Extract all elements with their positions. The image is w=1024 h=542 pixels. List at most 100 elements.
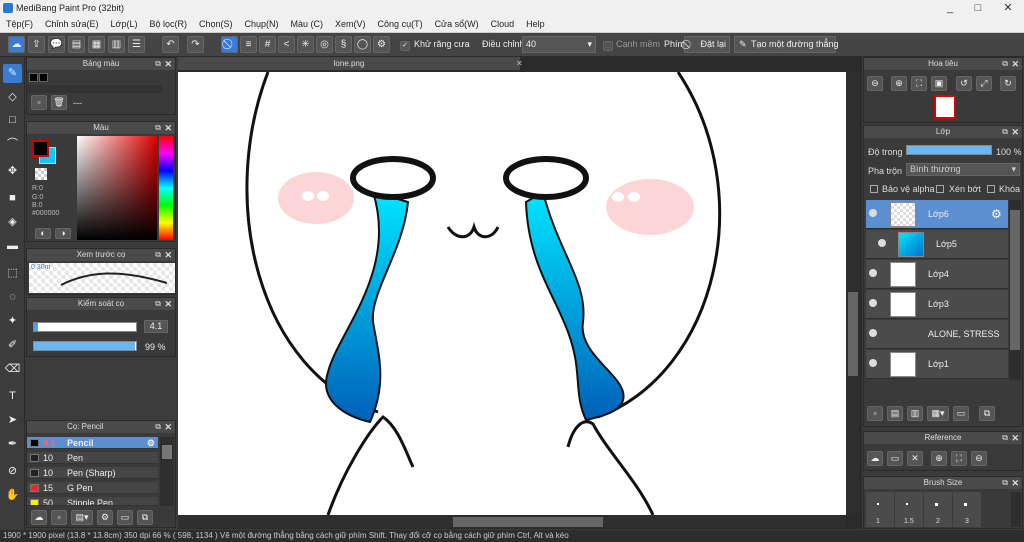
layer-list-scrollbar[interactable] xyxy=(1009,200,1021,380)
gradient-tool-icon[interactable]: ▬ xyxy=(3,237,22,256)
curve-snap-icon[interactable]: § xyxy=(335,36,352,53)
margin-checkbox[interactable] xyxy=(603,41,613,51)
rotate-left-icon[interactable]: ↺ xyxy=(956,76,972,91)
zoom-out-icon[interactable]: ⊖ xyxy=(867,76,883,91)
fit-icon[interactable]: ⛶ xyxy=(911,76,927,91)
menu-window[interactable]: Cửa sổ(W) xyxy=(429,17,485,32)
select-eraser-tool-icon[interactable]: ⌫ xyxy=(3,360,22,379)
straight-line-button[interactable]: ✎ Tạo một đường thẳng xyxy=(734,36,838,53)
lasso-tool-icon[interactable]: ◌ xyxy=(3,288,22,307)
brush-item-g-pen[interactable]: 15 G Pen xyxy=(27,482,158,494)
close-icon[interactable]: ✕ xyxy=(164,58,172,70)
layer-item-lop6[interactable]: Lớp6 ⚙ xyxy=(866,200,1008,229)
document-tab[interactable]: lone.png xyxy=(178,57,520,70)
layer-item-lop3[interactable]: Lớp3 xyxy=(866,290,1008,319)
open-reference-icon[interactable]: ▭ xyxy=(887,451,903,466)
rotate-right-icon[interactable]: ↻ xyxy=(1000,76,1016,91)
undo-icon[interactable]: ↶ xyxy=(162,36,179,53)
brush-item-pen[interactable]: 10 Pen xyxy=(27,452,158,464)
brush-tool-icon[interactable]: ✎ xyxy=(3,64,22,83)
clip-checkbox[interactable] xyxy=(936,185,944,193)
zoom-out-icon[interactable]: ⊖ xyxy=(971,451,987,466)
menu-edit[interactable]: Chỉnh sửa(E) xyxy=(39,17,105,32)
eye-icon[interactable] xyxy=(869,329,877,337)
eraser-tool-icon[interactable]: ◇ xyxy=(3,88,22,107)
hand-tool-icon[interactable]: ✋ xyxy=(3,486,22,505)
close-icon[interactable]: ✕ xyxy=(164,249,172,261)
protect-alpha-checkbox[interactable] xyxy=(870,185,878,193)
redo-icon[interactable]: ↷ xyxy=(187,36,204,53)
brush-item-pen-sharp[interactable]: 10 Pen (Sharp) xyxy=(27,467,158,479)
fit-icon[interactable]: ⛶ xyxy=(951,451,967,466)
parallel-snap-icon[interactable]: ≡ xyxy=(240,36,257,53)
duplicate-layer-icon[interactable]: ⧉ xyxy=(979,406,995,421)
move-tool-icon[interactable]: ✥ xyxy=(3,162,22,181)
eye-icon[interactable] xyxy=(869,209,877,217)
brush-item-pencil[interactable]: 4.1 Pencil ⚙ xyxy=(27,437,158,449)
list-icon[interactable]: ☰ xyxy=(128,36,145,53)
palette-swatch[interactable] xyxy=(39,73,48,82)
scrollbar-thumb[interactable] xyxy=(848,292,858,376)
brush-settings-icon[interactable]: ⚙ xyxy=(97,510,113,525)
new-layer-icon[interactable]: ▫ xyxy=(867,406,883,421)
radial-snap-icon[interactable]: ✳ xyxy=(297,36,314,53)
brush-list-scrollbar[interactable] xyxy=(160,437,174,506)
navigator-thumbnail[interactable] xyxy=(934,95,956,119)
reset-view-icon[interactable]: ⤢ xyxy=(976,76,992,91)
ellipse-snap-icon[interactable]: ◯ xyxy=(354,36,371,53)
bucket-tool-icon[interactable]: ◈ xyxy=(3,213,22,232)
menu-snap[interactable]: Chụp(N) xyxy=(239,17,285,32)
layer-item-lop5[interactable]: Lớp5 xyxy=(866,230,1008,259)
folder-icon[interactable]: ▭ xyxy=(117,510,133,525)
brush-item-stipple-pen[interactable]: 50 Stipple Pen xyxy=(27,497,158,506)
add-layer-dropdown-icon[interactable]: ▦▾ xyxy=(927,406,949,421)
cross-snap-icon[interactable]: # xyxy=(259,36,276,53)
menu-tools[interactable]: Công cụ(T) xyxy=(372,17,429,32)
blend-mode-select[interactable]: Bình thường ▾ xyxy=(906,163,1020,176)
reset-button[interactable]: ⃠Đặt lại xyxy=(684,36,730,53)
text-tool-icon[interactable]: T xyxy=(3,387,22,406)
fill-rect-tool-icon[interactable]: ■ xyxy=(3,189,22,208)
lock-checkbox[interactable] xyxy=(987,185,995,193)
divide-tool-icon[interactable]: ✒ xyxy=(3,435,22,454)
color-mode-icon[interactable]: ◐ xyxy=(35,228,51,239)
close-icon[interactable]: ✕ xyxy=(1011,432,1019,444)
brush-size-cell[interactable]: 1 xyxy=(866,492,894,527)
menu-help[interactable]: Help xyxy=(520,17,551,32)
folder-icon[interactable]: ▭ xyxy=(953,406,969,421)
cloud-reference-icon[interactable]: ☁ xyxy=(867,451,883,466)
brush-opacity-slider[interactable] xyxy=(33,341,137,351)
close-icon[interactable]: ✕ xyxy=(164,122,172,134)
menu-view[interactable]: Xem(V) xyxy=(329,17,372,32)
settings-icon[interactable]: ⚙ xyxy=(373,36,390,53)
blur-tool-icon[interactable]: ⌒ xyxy=(3,135,22,154)
brush-size-cell[interactable]: 2 xyxy=(924,492,952,527)
brush-size-cell[interactable]: 3 xyxy=(953,492,981,527)
dot-tool-icon[interactable]: □ xyxy=(3,111,22,130)
hue-slider[interactable] xyxy=(159,136,173,240)
popout-icon[interactable]: ⧉ xyxy=(155,421,161,433)
comment-icon[interactable]: ▤ xyxy=(68,36,85,53)
layer-item-alone-stress[interactable]: ALONE, STRESS xyxy=(866,320,1008,349)
layer-item-lop1[interactable]: Lớp1 xyxy=(866,350,1008,379)
scrollbar-thumb[interactable] xyxy=(162,445,172,459)
minimize-button[interactable]: _ xyxy=(936,0,964,17)
transparent-swatch[interactable] xyxy=(35,168,47,180)
layer-opacity-slider[interactable] xyxy=(906,145,992,155)
maximize-button[interactable]: □ xyxy=(964,0,992,17)
close-icon[interactable]: ✕ xyxy=(1011,126,1019,138)
cloud-icon[interactable]: ☁ xyxy=(8,36,25,53)
antialias-checkbox[interactable]: ✓ xyxy=(400,41,410,51)
vertical-scrollbar[interactable] xyxy=(847,72,859,515)
color-option-icon[interactable]: ◑ xyxy=(55,228,71,239)
popout-icon[interactable]: ⧉ xyxy=(155,122,161,134)
foreground-color-swatch[interactable] xyxy=(32,140,49,157)
horizontal-scrollbar[interactable] xyxy=(178,516,846,528)
popout-icon[interactable]: ⧉ xyxy=(1002,58,1008,70)
select-pen-tool-icon[interactable]: ✐ xyxy=(3,336,22,355)
palette-swatch[interactable] xyxy=(29,73,38,82)
vanishing-snap-icon[interactable]: < xyxy=(278,36,295,53)
drawing-canvas[interactable] xyxy=(178,72,846,515)
delete-palette-icon[interactable]: 🗑 xyxy=(51,95,67,110)
new-halftone-layer-icon[interactable]: ▤ xyxy=(887,406,903,421)
